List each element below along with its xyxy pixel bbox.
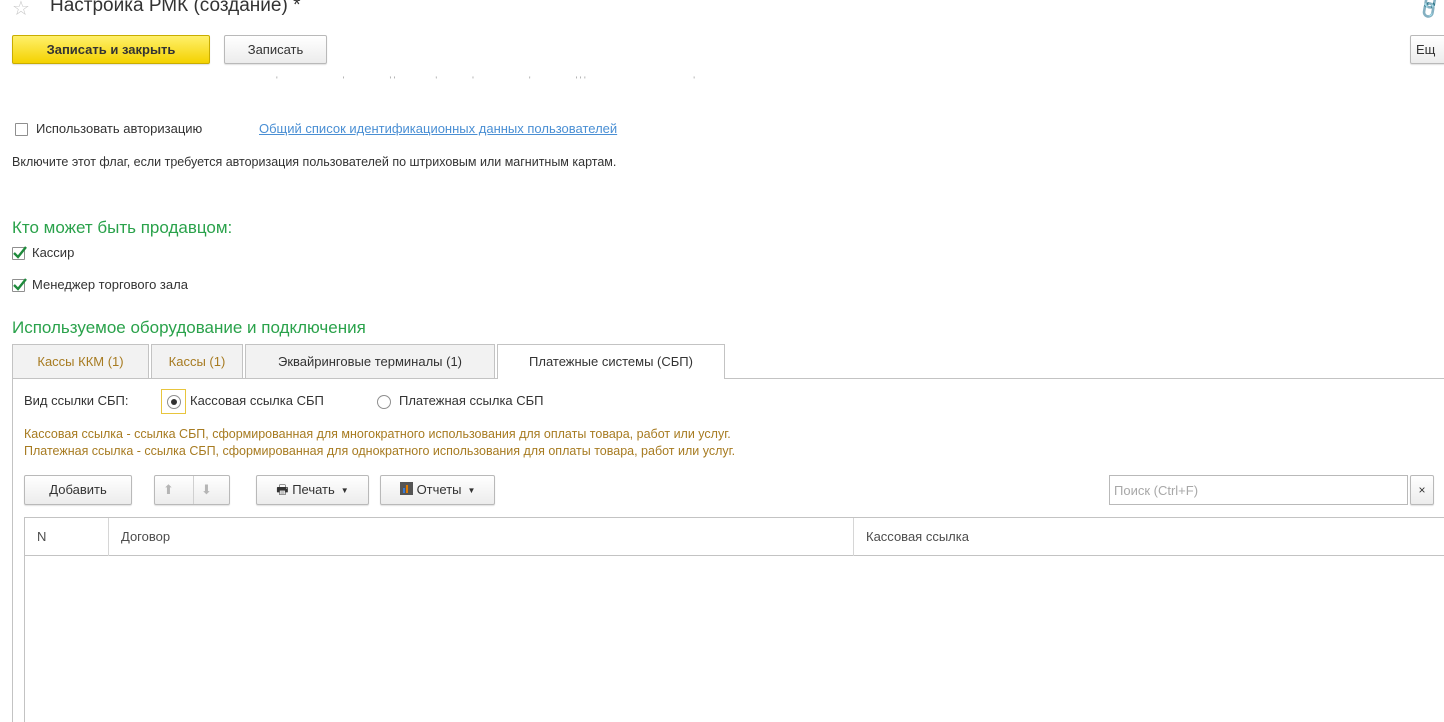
cut-off-text-remnant: ' ' ' ' ' ' ' ' ' ' ' [276,75,695,85]
move-buttons-group: ⬆ ⬇ [154,475,230,505]
save-button[interactable]: Записать [224,35,327,64]
cash-register-link-radio[interactable] [167,395,181,409]
sbp-hint-payment: Платежная ссылка - ссылка СБП, сформиров… [24,444,736,458]
checkmark-icon [13,246,27,259]
payment-link-radio[interactable] [377,395,391,409]
payment-link-label[interactable]: Платежная ссылка СБП [399,393,544,408]
column-header-n[interactable]: N [25,518,108,556]
sbp-hint-cash-register: Кассовая ссылка - ссылка СБП, сформирова… [24,427,731,441]
tab-payment-systems-sbp[interactable]: Платежные системы (СБП) [497,344,725,379]
cashier-checkbox[interactable] [12,246,27,260]
clear-search-button[interactable]: × [1410,475,1434,505]
cash-register-link-label[interactable]: Кассовая ссылка СБП [190,393,324,408]
floor-manager-checkbox[interactable] [12,278,27,292]
report-chart-icon [399,482,413,495]
tab-divider [12,378,1444,379]
equipment-section-heading: Используемое оборудование и подключения [12,318,366,337]
more-button[interactable]: Ещ [1410,35,1444,64]
tab-acquiring-terminals[interactable]: Эквайринговые терминалы (1) [245,344,495,378]
dropdown-caret-icon: ▼ [467,485,476,495]
column-header-cash-register-link[interactable]: Кассовая ссылка [853,518,1444,556]
move-down-icon[interactable]: ⬇ [201,476,212,504]
column-header-contract[interactable]: Договор [108,518,853,556]
print-label: Печать [292,482,335,497]
move-up-icon[interactable]: ⬆ [163,476,174,504]
table-header: N Договор Кассовая ссылка [25,518,1444,556]
sbp-contracts-table[interactable]: N Договор Кассовая ссылка [24,517,1444,722]
favorite-star-icon[interactable]: ☆ [12,0,30,21]
tab-registers[interactable]: Кассы (1) [151,344,243,378]
use-authorization-checkbox[interactable] [15,123,28,136]
save-and-close-button[interactable]: Записать и закрыть [12,35,210,64]
use-authorization-label[interactable]: Использовать авторизацию [36,121,202,136]
print-button[interactable]: 🖶 Печать ▼ [256,475,369,505]
printer-icon: 🖶 [276,482,289,497]
cashier-label[interactable]: Кассир [32,245,74,260]
divider [193,476,194,504]
checkmark-icon [13,278,27,291]
reports-label: Отчеты [416,482,462,497]
sbp-link-type-label: Вид ссылки СБП: [24,393,129,408]
tab-kkm-registers[interactable]: Кассы ККМ (1) [12,344,149,378]
add-button[interactable]: Добавить [24,475,132,505]
dropdown-caret-icon: ▼ [340,485,349,495]
seller-section-heading: Кто может быть продавцом: [12,218,233,237]
search-input[interactable] [1109,475,1408,505]
page-title: Настройка РМК (создание) * [50,0,301,16]
authorization-hint: Включите этот флаг, если требуется автор… [12,155,617,169]
floor-manager-label[interactable]: Менеджер торгового зала [32,277,188,292]
user-identification-list-link[interactable]: Общий список идентификационных данных по… [259,121,617,136]
panel-border [12,378,13,722]
link-icon[interactable]: 🔗 [1413,0,1444,23]
reports-button[interactable]: Отчеты ▼ [380,475,495,505]
